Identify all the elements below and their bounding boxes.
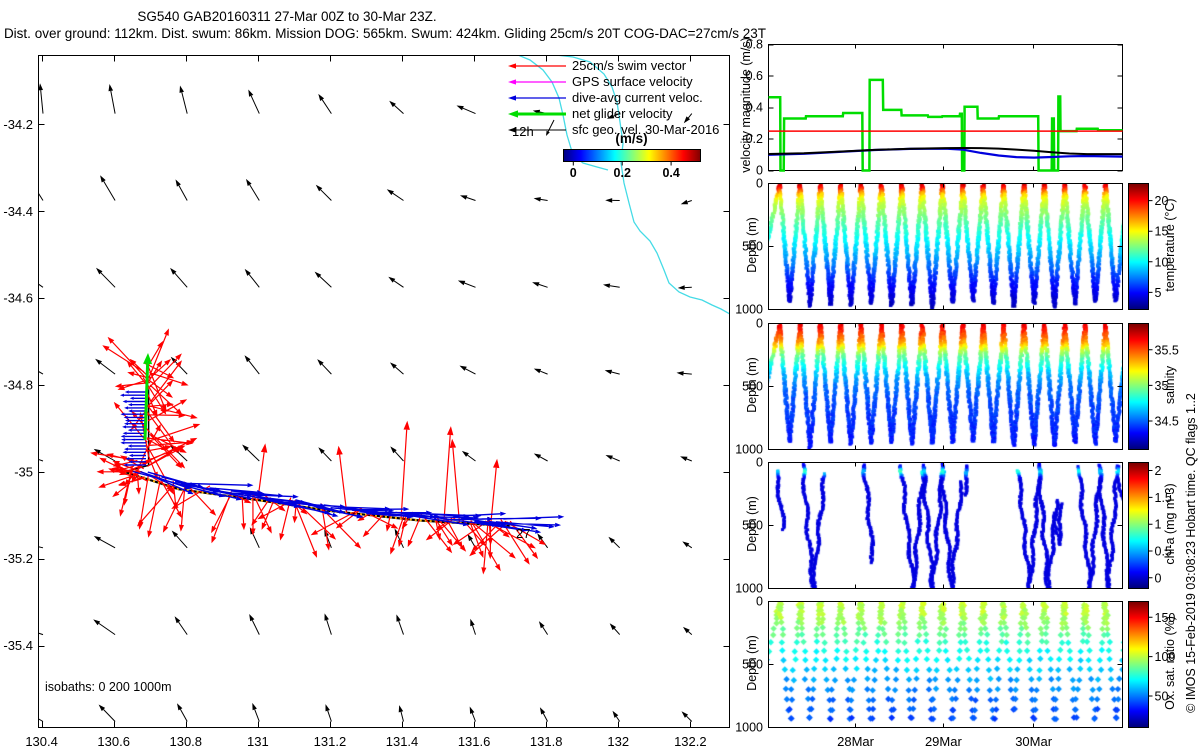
oxsat-depth-label: Depth (m) [745, 635, 759, 691]
svg-text:-34.4: -34.4 [3, 204, 33, 219]
legend-arrow-0 [508, 63, 566, 69]
svg-text:131: 131 [247, 734, 269, 749]
oxsat-panel-axes: 0500100050100150 [735, 595, 1175, 735]
svg-text:130.4: 130.4 [25, 734, 58, 749]
legend-label-dive-avg-current: dive-avg current veloc. [572, 90, 703, 105]
svg-text:131.6: 131.6 [458, 734, 491, 749]
map-colorbar-title: (m/s) [615, 131, 648, 146]
isobaths-label: isobaths: 0 200 1000m [45, 680, 172, 694]
svg-text:30Mar: 30Mar [1015, 734, 1053, 749]
swim-vectors-red [90, 328, 547, 575]
legend-arrow-2 [508, 95, 566, 101]
legend-label-gps-velocity: GPS surface velocity [572, 74, 693, 89]
svg-text:0.4: 0.4 [662, 166, 679, 180]
svg-text:0: 0 [1155, 571, 1162, 585]
figure-root: 130.4 130.6 130.8 131 131.2 131.4 131.6 131.8 13… [0, 0, 1200, 750]
svg-text:-35.2: -35.2 [3, 551, 33, 566]
legend-scale-12h-label: 12h [512, 124, 534, 139]
svg-text:-34.8: -34.8 [3, 377, 33, 392]
svg-text:0.2: 0.2 [614, 166, 631, 180]
figure-title: SG540 GAB20160311 27-Mar 00Z to 30-Mar 2… [137, 9, 437, 24]
svg-text:28Mar: 28Mar [837, 734, 875, 749]
svg-text:29Mar: 29Mar [925, 734, 963, 749]
svg-text:-35.4: -35.4 [3, 638, 33, 653]
series-sfc-geo-velocity [768, 146, 1123, 156]
legend-12h-arrow [546, 119, 555, 136]
imos-credit: © IMOS 15-Feb-2019 03:08:23 Hobart time.… [1184, 393, 1198, 713]
date-axis-labels: 28Mar 29Mar 30Mar [837, 734, 1053, 749]
svg-text:131.8: 131.8 [530, 734, 563, 749]
svg-text:132.2: 132.2 [674, 734, 707, 749]
svg-text:1: 1 [1155, 518, 1162, 532]
svg-text:130.6: 130.6 [97, 734, 130, 749]
chla-panel-axes: 0500100000.511.52 [735, 456, 1172, 596]
svg-text:130.8: 130.8 [169, 734, 202, 749]
legend-arrow-1 [508, 79, 566, 85]
svg-text:5: 5 [1155, 286, 1162, 300]
svg-text:-34.2: -34.2 [3, 117, 33, 132]
svg-text:2: 2 [1155, 464, 1162, 478]
salinity-panel-axes: 0500100034.53535.5 [735, 317, 1179, 457]
legend-label-net-glider-velocity: net glider velocity [572, 106, 673, 121]
svg-text:0: 0 [570, 166, 577, 180]
dive-number-label: 27 [516, 526, 531, 541]
oxsat-cbar-label: Ox. sat. ratio (%) [1163, 616, 1177, 710]
legend-label-swim-vector: 25cm/s swim vector [572, 58, 687, 73]
svg-text:-35: -35 [14, 464, 33, 479]
velocity-panel: 00.20.40.60.8 [746, 38, 1123, 178]
svg-text:132: 132 [607, 734, 629, 749]
svg-text:131.2: 131.2 [314, 734, 347, 749]
velocity-series [768, 78, 1123, 172]
figure-subtitle: Dist. over ground: 112km. Dist. swum: 86… [3, 26, 767, 41]
svg-text:131.4: 131.4 [386, 734, 419, 749]
svg-text:-34.6: -34.6 [3, 291, 33, 306]
temperature-panel-axes: 050010005101520 [735, 177, 1168, 317]
